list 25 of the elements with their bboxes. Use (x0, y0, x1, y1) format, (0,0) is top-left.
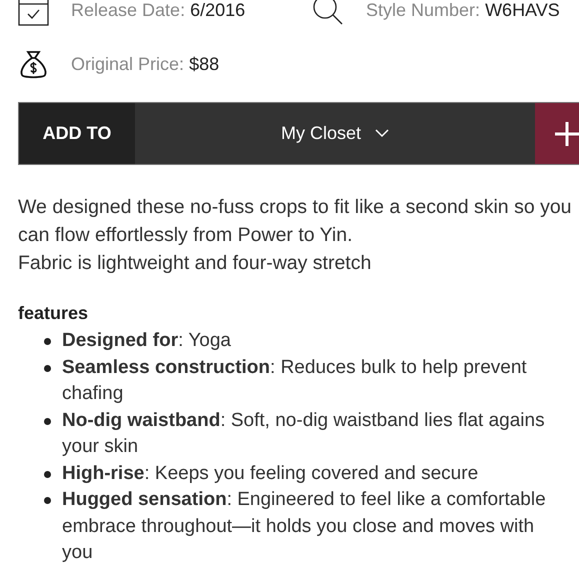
feature-text: you (62, 541, 94, 565)
calendar-icon (18, 0, 49, 26)
spec-text: Style Number: W6HAVS (366, 0, 560, 20)
bullet-icon (44, 418, 51, 424)
feature-text: chafing (62, 382, 124, 406)
feature-text: your skin (62, 435, 140, 459)
money-bag-icon (18, 48, 49, 80)
bullet-icon (44, 364, 51, 372)
feature-text: Hugged sensation: Engineered to feel like a comfortable (62, 488, 547, 512)
bullet-icon (44, 470, 51, 478)
feature-text: Designed for: Yoga (62, 329, 232, 353)
add-to-label: ADD TO (19, 103, 135, 164)
search-icon (313, 0, 344, 26)
feature-text: embrace throughout—it holds you close and moves with (62, 514, 536, 538)
bullet-icon (44, 338, 51, 345)
spec-text: Release Date: 6/2016 (71, 0, 246, 20)
feature-text: No-dig waistband: Soft, no-dig waistband lies flat agains (62, 408, 546, 432)
chevron-down-icon (375, 129, 389, 138)
feature-text: High-rise: Keeps you feeling covered and secure (62, 462, 480, 486)
spec-text: Original Price: $88 (71, 54, 220, 74)
features-heading: features (18, 303, 90, 324)
bullet-icon (44, 497, 51, 504)
feature-text: Seamless construction: Reduces bulk to help prevent (62, 356, 528, 380)
description-text: We designed these no-fuss crops to fit like a second skin so you can flow effortlessly from Power to Yin. Fabric is lightweight and four-way stretch (18, 195, 573, 276)
plus-icon (555, 122, 579, 146)
